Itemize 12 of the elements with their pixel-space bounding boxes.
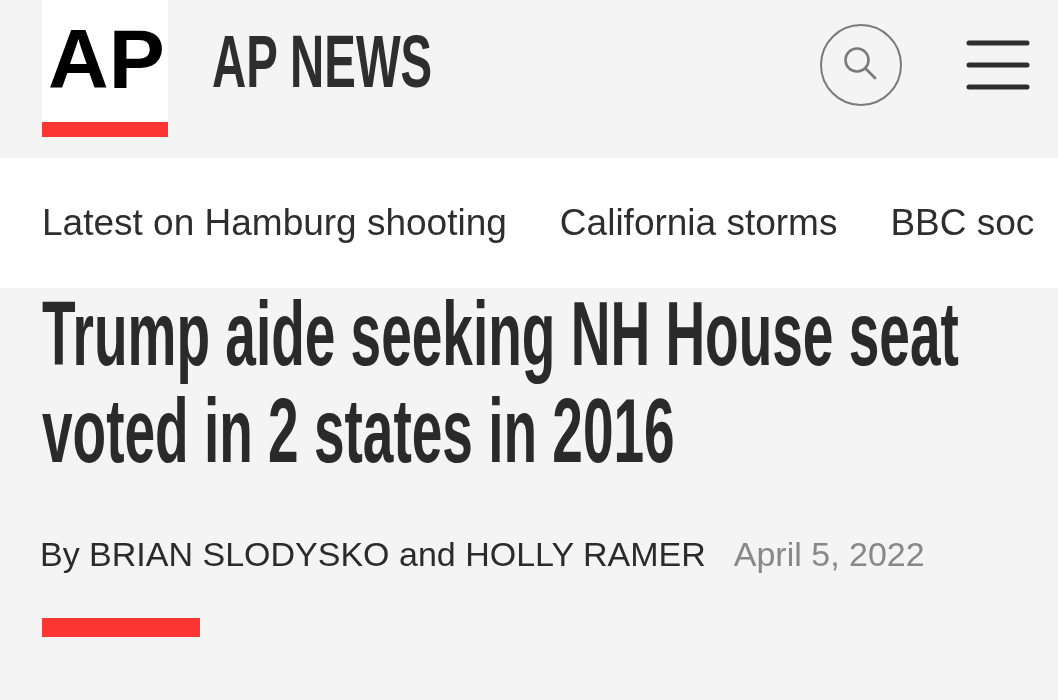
menu-button[interactable] (966, 40, 1030, 90)
menu-icon (966, 40, 1030, 90)
trending-link[interactable]: California storms (559, 202, 838, 244)
search-icon (842, 45, 878, 81)
site-title: AP NEWS (212, 25, 433, 99)
search-button[interactable] (820, 24, 902, 106)
byline: By BRIAN SLODYSKO and HOLLY RAMER (40, 534, 706, 575)
trending-link[interactable]: Latest on Hamburg shooting (42, 202, 507, 244)
trending-link[interactable]: BBC soc (890, 202, 1035, 244)
logo[interactable]: AP (42, 0, 168, 137)
headline: Trump aide seeking NH House seat voted in 2 states in 2016 (42, 286, 960, 480)
publish-date: April 5, 2022 (733, 534, 925, 575)
